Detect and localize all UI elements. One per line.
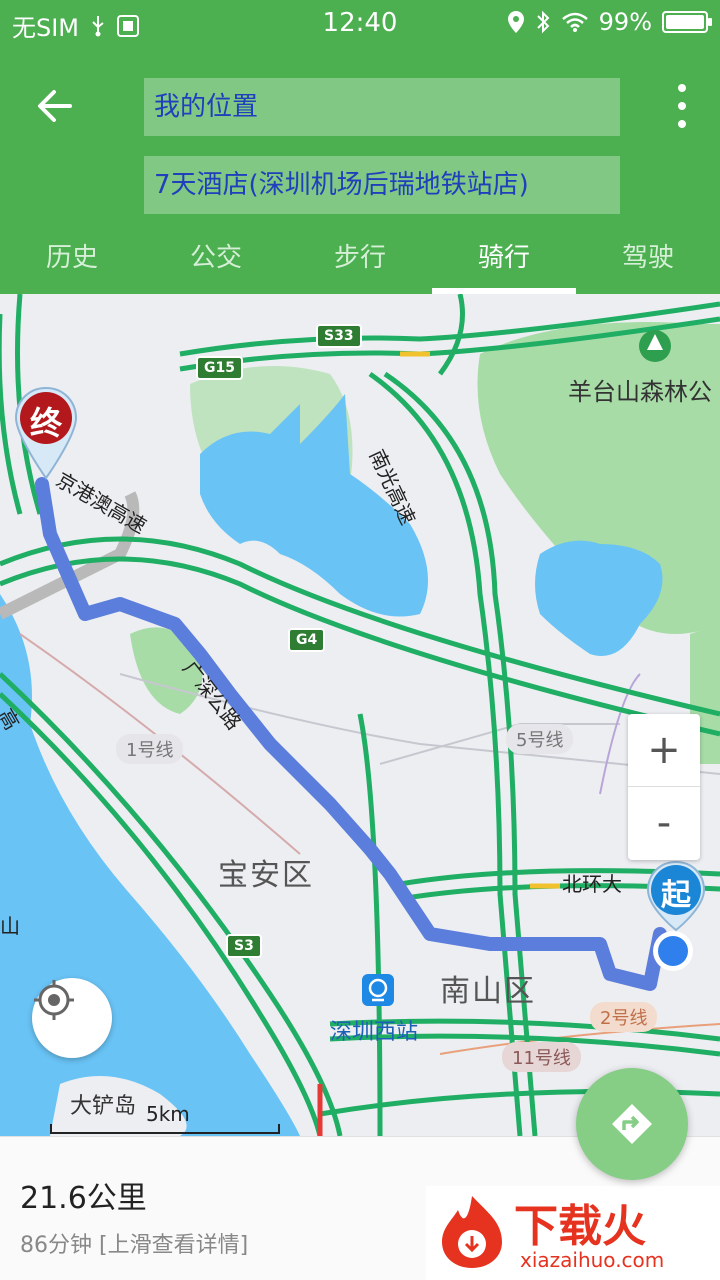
shield-g4: G4	[288, 628, 326, 652]
locate-icon	[34, 980, 74, 1020]
back-arrow-icon	[38, 90, 72, 122]
metro-line-5: 5号线	[506, 724, 574, 754]
shield-g15: G15	[196, 356, 243, 380]
location-pin-icon	[507, 11, 524, 33]
zoom-out-button[interactable]: -	[628, 786, 700, 858]
map-view[interactable]: 羊台山森林公 宝安区 南山区 深圳西站 大铲岛 京港澳高速 南光高速 广深公路 …	[0, 294, 720, 1136]
scale-line	[50, 1124, 280, 1134]
menu-dot	[678, 120, 686, 128]
tab-transit[interactable]: 公交	[144, 230, 288, 294]
to-location-input[interactable]: 7天酒店(深圳机场后瑞地铁站店)	[144, 156, 620, 214]
zoom-in-button[interactable]: +	[628, 714, 700, 786]
end-marker-text: 终	[29, 404, 62, 442]
station-label: 深圳西站	[330, 1020, 419, 1045]
road-beihuan: 北环大	[562, 872, 622, 896]
tab-driving[interactable]: 驾驶	[576, 230, 720, 294]
end-marker[interactable]: 终	[14, 386, 78, 480]
menu-dot	[678, 84, 686, 92]
route-distance: 21.6公里	[20, 1181, 147, 1216]
watermark: 下载火 xiazaihuo.com	[426, 1186, 720, 1280]
train-station-icon	[362, 974, 394, 1006]
watermark-brand: 下载火	[514, 1201, 646, 1252]
shield-s3: S3	[226, 934, 262, 958]
tab-walking[interactable]: 步行	[288, 230, 432, 294]
battery-percent: 99%	[598, 8, 652, 36]
wifi-icon	[561, 12, 588, 32]
district-nanshan: 南山区	[440, 974, 536, 1009]
mode-tabs: 历史 公交 步行 骑行 驾驶	[0, 230, 720, 294]
district-baoan: 宝安区	[218, 858, 314, 893]
metro-line-11: 11号线	[502, 1042, 581, 1072]
route-header: 我的位置 7天酒店(深圳机场后瑞地铁站店) 历史 公交 步行 骑行 驾驶	[0, 48, 720, 294]
battery-icon	[662, 11, 712, 33]
more-vert-icon[interactable]	[668, 84, 696, 128]
watermark-url: xiazaihuo.com	[520, 1248, 665, 1272]
shield-s33: S33	[316, 324, 362, 348]
zoom-controls: + -	[628, 714, 700, 860]
start-navigation-button[interactable]	[576, 1068, 688, 1180]
start-marker-text: 起	[661, 878, 691, 913]
menu-dot	[678, 102, 686, 110]
back-button[interactable]	[28, 78, 84, 134]
edge-label-left: 山	[0, 914, 20, 938]
tab-history[interactable]: 历史	[0, 230, 144, 294]
scale-label: 5km	[146, 1102, 190, 1126]
bluetooth-icon	[536, 10, 550, 34]
navigation-icon	[612, 1104, 652, 1144]
from-location-input[interactable]: 我的位置	[144, 78, 620, 136]
watermark-logo-icon	[442, 1196, 502, 1268]
locate-button[interactable]	[32, 978, 112, 1058]
start-marker[interactable]: 起	[646, 860, 706, 950]
scale-bar: 5km	[50, 1102, 280, 1136]
park-label: 羊台山森林公	[568, 378, 712, 406]
tab-cycling[interactable]: 骑行	[432, 230, 576, 294]
status-bar: 无SIM 12:40 99%	[0, 0, 720, 48]
status-right: 99%	[507, 8, 712, 36]
metro-line-1: 1号线	[116, 734, 184, 764]
park-icon	[639, 330, 671, 362]
reservoir	[535, 540, 663, 656]
metro-line-2: 2号线	[590, 1002, 658, 1032]
route-duration-hint: 86分钟 [上滑查看详情]	[20, 1233, 249, 1258]
